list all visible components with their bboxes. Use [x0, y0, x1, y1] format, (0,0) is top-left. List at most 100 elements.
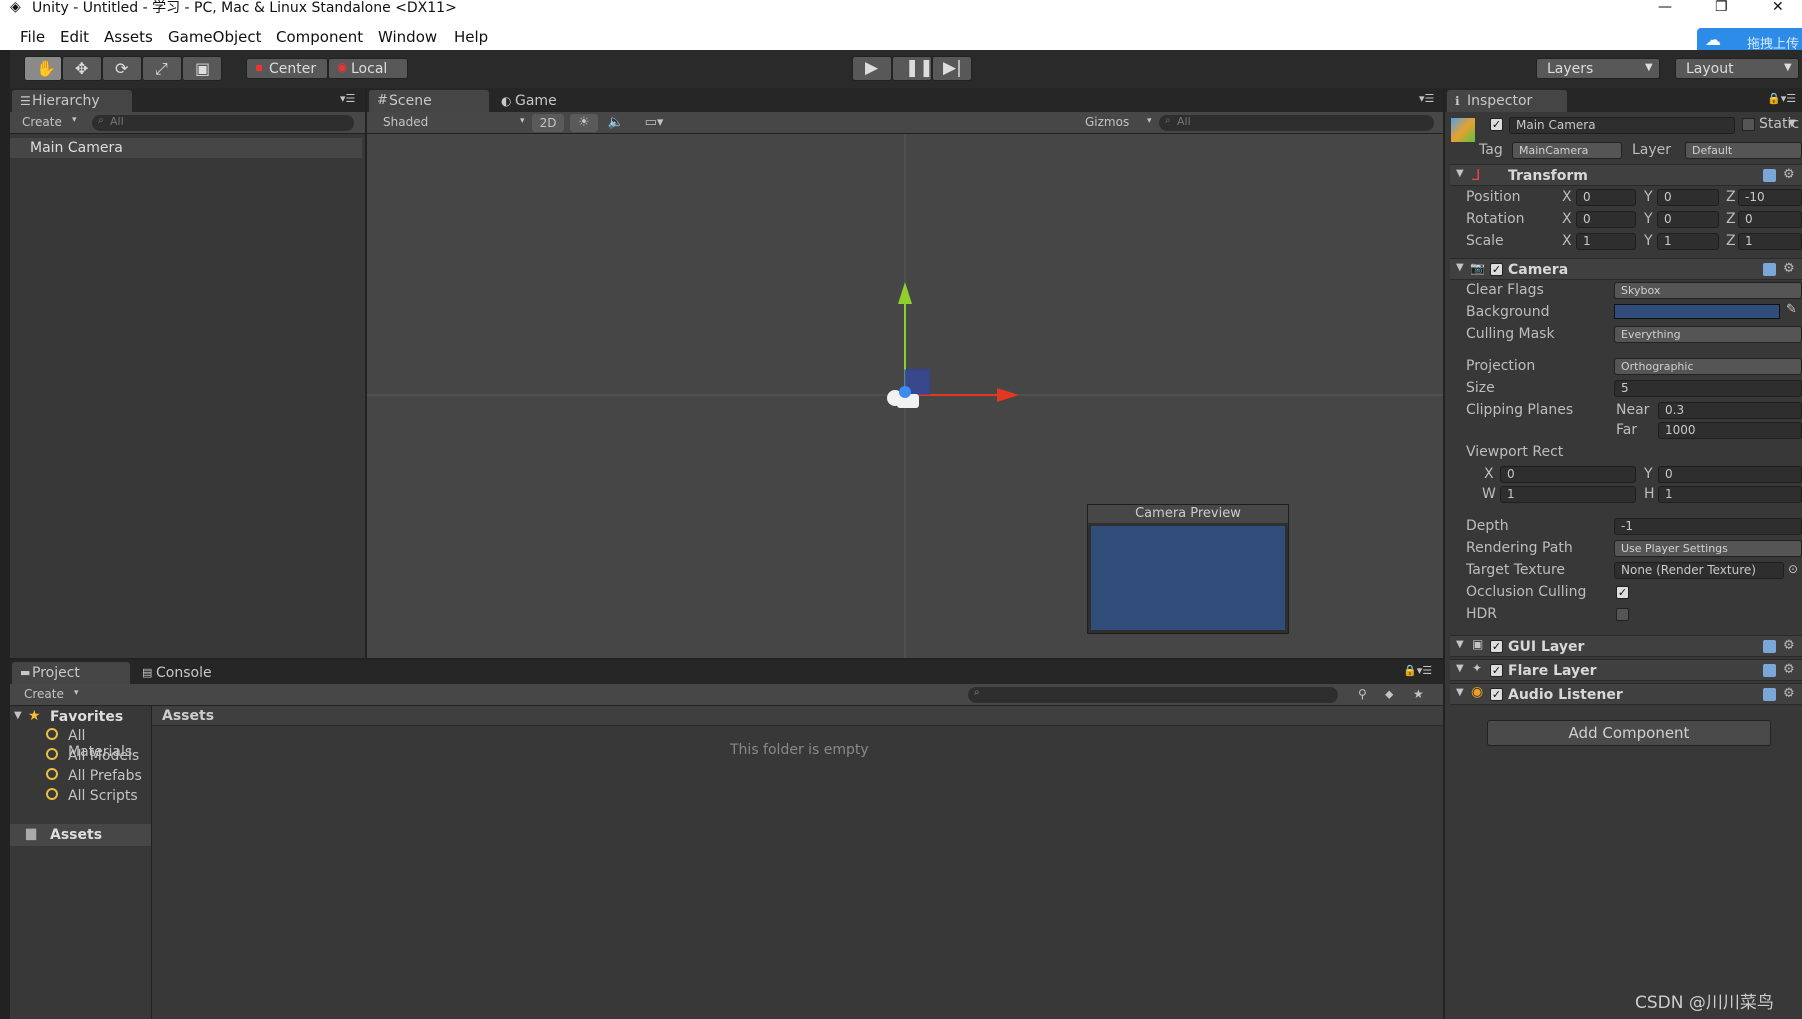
scale-z-field[interactable]: 1: [1738, 233, 1802, 250]
scene-search-input[interactable]: ⌕ All: [1159, 115, 1434, 131]
shading-dropdown[interactable]: Shaded ▾: [375, 114, 525, 132]
scene-panel-menu-icon[interactable]: ▾☰: [1419, 92, 1434, 105]
audio-button[interactable]: 🔈: [602, 114, 630, 132]
layer-dropdown[interactable]: Default: [1685, 142, 1802, 159]
depth-field[interactable]: -1: [1614, 518, 1802, 535]
restore-icon[interactable]: ❐: [1715, 0, 1728, 14]
audio-listener-checkbox[interactable]: ✓: [1490, 688, 1503, 701]
gui-layer-header[interactable]: ▼ ▣ ✓ GUI Layer ⚙: [1450, 635, 1802, 657]
scale-x-field[interactable]: 1: [1576, 233, 1636, 250]
audio-listener-header[interactable]: ▼ ◉ ✓ Audio Listener ⚙: [1450, 683, 1802, 705]
rotation-x-field[interactable]: 0: [1576, 211, 1636, 228]
pivot-local-button[interactable]: ◉ Local: [328, 58, 408, 79]
favorites-expand-icon[interactable]: ▼: [14, 710, 22, 721]
gear-icon[interactable]: ⚙: [1783, 686, 1795, 701]
scene-view[interactable]: Camera Preview: [367, 134, 1443, 658]
rect-tool-button[interactable]: ▣: [182, 56, 222, 81]
audio-listener-expand-icon[interactable]: ▼: [1456, 687, 1464, 698]
help-icon[interactable]: [1763, 688, 1776, 701]
menu-gameobject[interactable]: GameObject: [168, 28, 262, 46]
layout-dropdown[interactable]: Layout ▼: [1675, 58, 1799, 79]
menu-help[interactable]: Help: [454, 28, 488, 46]
favorites-label[interactable]: Favorites: [50, 709, 123, 725]
tag-dropdown[interactable]: MainCamera: [1512, 142, 1622, 159]
tab-scene[interactable]: # Scene: [369, 90, 489, 112]
scale-y-field[interactable]: 1: [1657, 233, 1719, 250]
menu-file[interactable]: File: [20, 28, 45, 46]
viewport-w-field[interactable]: 1: [1500, 486, 1636, 503]
scale-tool-button[interactable]: ⤢: [142, 56, 182, 81]
pause-button[interactable]: ❚❚: [892, 56, 934, 81]
layers-dropdown[interactable]: Layers ▼: [1536, 58, 1660, 79]
near-field[interactable]: 0.3: [1658, 402, 1802, 419]
gear-icon[interactable]: ⚙: [1783, 638, 1795, 653]
flare-layer-expand-icon[interactable]: ▼: [1456, 663, 1464, 674]
position-x-field[interactable]: 0: [1576, 189, 1636, 206]
menu-component[interactable]: Component: [276, 28, 363, 46]
camera-header[interactable]: ▼ 📷 ✓ Camera ⚙: [1450, 258, 1802, 280]
move-tool-button[interactable]: ✥: [62, 56, 102, 81]
size-field[interactable]: 5: [1614, 380, 1802, 397]
panel-menu-icon[interactable]: ▾☰: [340, 92, 355, 105]
target-texture-field[interactable]: None (Render Texture): [1614, 562, 1784, 579]
gameobject-name-field[interactable]: Main Camera: [1509, 117, 1735, 134]
project-lock-icon[interactable]: 🔒▾☰: [1403, 664, 1432, 677]
tab-hierarchy[interactable]: ☰ Hierarchy: [12, 90, 132, 112]
pivot-center-button[interactable]: ▪ Center: [246, 58, 328, 79]
object-picker-icon[interactable]: ⊙: [1788, 562, 1798, 576]
hdr-checkbox[interactable]: [1616, 608, 1629, 621]
gizmos-dropdown[interactable]: Gizmos: [1085, 115, 1129, 129]
viewport-h-field[interactable]: 1: [1658, 486, 1802, 503]
help-icon[interactable]: [1763, 664, 1776, 677]
projection-dropdown[interactable]: Orthographic: [1614, 358, 1802, 375]
rotation-z-field[interactable]: 0: [1738, 211, 1802, 228]
camera-enabled-checkbox[interactable]: ✓: [1490, 263, 1503, 276]
effects-button[interactable]: ▭▾: [634, 114, 674, 132]
project-create-button[interactable]: Create: [24, 687, 64, 701]
gizmo-x-arrow-icon[interactable]: [997, 388, 1019, 402]
assets-breadcrumb-label[interactable]: Assets: [162, 708, 214, 724]
inspector-lock-icon[interactable]: 🔒▾☰: [1767, 92, 1796, 105]
menu-assets[interactable]: Assets: [104, 28, 153, 46]
camera-expand-icon[interactable]: ▼: [1456, 262, 1464, 273]
mode-2d-button[interactable]: 2D: [532, 114, 564, 132]
help-icon[interactable]: [1763, 640, 1776, 653]
hierarchy-create-button[interactable]: Create: [22, 115, 62, 129]
favorite-star-icon[interactable]: ★: [1413, 687, 1424, 701]
play-button[interactable]: ▶: [852, 56, 892, 81]
gear-icon[interactable]: ⚙: [1783, 261, 1795, 276]
step-button[interactable]: ▶|: [932, 56, 972, 81]
project-search-input[interactable]: ⌕: [968, 687, 1338, 703]
static-checkbox[interactable]: [1742, 118, 1755, 131]
list-item[interactable]: Main Camera: [10, 138, 362, 158]
favorite-all-prefabs[interactable]: All Prefabs: [68, 768, 142, 784]
gear-icon[interactable]: ⚙: [1783, 167, 1795, 182]
help-icon[interactable]: [1763, 263, 1776, 276]
viewport-y-field[interactable]: 0: [1658, 466, 1802, 483]
assets-root-item[interactable]: ▆ Assets: [10, 824, 151, 846]
gizmo-y-arrow-icon[interactable]: [898, 282, 912, 304]
tab-console[interactable]: ▤ Console: [136, 662, 246, 684]
filter-label-icon[interactable]: ⬥: [1385, 687, 1393, 702]
menu-window[interactable]: Window: [378, 28, 437, 46]
favorite-all-models[interactable]: All Models: [68, 748, 139, 764]
hierarchy-search-input[interactable]: ⌕ All: [92, 115, 354, 131]
gui-layer-checkbox[interactable]: ✓: [1490, 640, 1503, 653]
flare-layer-checkbox[interactable]: ✓: [1490, 664, 1503, 677]
lighting-button[interactable]: ☀: [570, 114, 598, 132]
gameobject-active-checkbox[interactable]: ✓: [1490, 118, 1503, 131]
tab-project[interactable]: ▬ Project: [12, 662, 130, 684]
gizmo-center-handle[interactable]: [899, 386, 911, 398]
transform-expand-icon[interactable]: ▼: [1456, 168, 1464, 179]
add-component-button[interactable]: Add Component: [1487, 720, 1771, 746]
eyedropper-icon[interactable]: ✎: [1786, 302, 1797, 317]
rendering-path-dropdown[interactable]: Use Player Settings: [1614, 540, 1802, 557]
position-y-field[interactable]: 0: [1657, 189, 1719, 206]
close-icon[interactable]: ✕: [1772, 0, 1784, 14]
viewport-x-field[interactable]: 0: [1500, 466, 1636, 483]
filter-type-icon[interactable]: ⚲: [1358, 687, 1367, 701]
tab-game[interactable]: ◐ Game: [495, 90, 595, 112]
transform-header[interactable]: ▼ ⅃ Transform ⚙: [1450, 164, 1802, 186]
position-z-field[interactable]: -10: [1738, 189, 1802, 206]
help-icon[interactable]: [1763, 169, 1776, 182]
